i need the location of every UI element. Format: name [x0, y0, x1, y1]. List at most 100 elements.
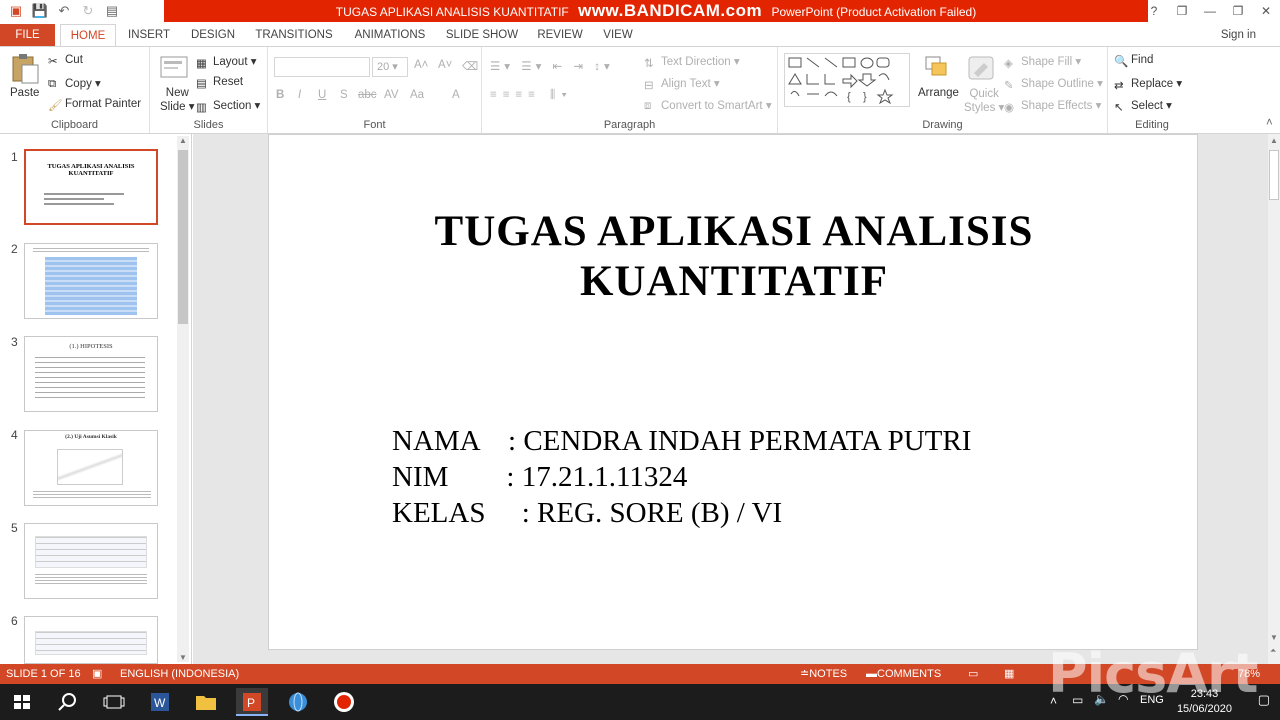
scroll-up-icon[interactable]: ▲ — [179, 136, 187, 145]
italic-button[interactable]: I — [298, 89, 301, 101]
shapes-gallery[interactable]: {} — [784, 53, 910, 107]
format-painter-button[interactable]: 🖌 Format Painter — [48, 98, 141, 112]
paste-button[interactable]: Paste — [10, 87, 39, 99]
tab-transitions[interactable]: TRANSITIONS — [252, 24, 336, 46]
minimize-icon[interactable]: — — [1196, 0, 1224, 22]
slide-thumbnail-4[interactable]: (2.) Uji Asumsi Klasik — [24, 430, 158, 506]
smartart-icon: ⧈ — [644, 99, 652, 112]
tab-file[interactable]: FILE — [0, 24, 55, 46]
reset-button[interactable]: ▤ Reset — [196, 76, 243, 90]
file-explorer-icon[interactable] — [190, 688, 222, 716]
redo-icon[interactable]: ↻ — [78, 2, 98, 20]
help-icon[interactable]: ? — [1140, 0, 1168, 22]
scroll-up-icon[interactable]: ▲ — [1270, 136, 1278, 145]
convert-smartart-button[interactable]: ⧈ Convert to SmartArt ▾ — [644, 98, 772, 112]
collapse-ribbon-icon[interactable]: ˄ — [1266, 117, 1273, 129]
slide-title[interactable]: TUGAS APLIKASI ANALISIS KUANTITATIF — [269, 207, 1199, 307]
section-button[interactable]: ▥ Section ▾ — [196, 98, 260, 114]
normal-view-icon[interactable]: ▭ — [968, 664, 978, 684]
shadow-button[interactable]: S — [340, 89, 348, 101]
tab-review[interactable]: REVIEW — [532, 24, 588, 46]
bold-button[interactable]: B — [276, 89, 284, 101]
font-name-combo[interactable] — [274, 57, 370, 77]
slide-thumbnail-6[interactable] — [24, 616, 158, 664]
student-class-line[interactable]: KELAS : REG. SORE (B) / VI — [392, 497, 782, 530]
browser-globe-icon[interactable] — [282, 688, 314, 716]
ribbon-display-options-icon[interactable]: ❐ — [1168, 0, 1196, 22]
thumb-chart — [57, 449, 123, 485]
find-button[interactable]: 🔍 Find — [1114, 54, 1153, 68]
cut-button[interactable]: ✂ Cut — [48, 54, 83, 68]
window-title: TUGAS APLIKASI ANALISIS KUANTITATIF www.… — [164, 0, 1148, 22]
app-powerpoint-icon[interactable]: ▣ — [6, 2, 26, 20]
undo-icon[interactable]: ↶ — [54, 2, 74, 20]
align-text-button[interactable]: ⊟ Align Text ▾ — [644, 76, 720, 92]
student-name-line[interactable]: NAMA : CENDRA INDAH PERMATA PUTRI — [392, 425, 971, 458]
tab-slide-show[interactable]: SLIDE SHOW — [444, 24, 520, 46]
shrink-font-icon[interactable]: A˅ — [438, 59, 452, 71]
bullets-icon[interactable]: ☰▾ ☰▾ ⇤ ⇥ ↕▾ — [490, 59, 614, 73]
strikethrough-button[interactable]: abc — [358, 89, 377, 101]
current-slide[interactable]: TUGAS APLIKASI ANALISIS KUANTITATIF NAMA… — [268, 134, 1198, 650]
select-button[interactable]: ↖ Select ▾ — [1114, 98, 1172, 114]
save-icon[interactable]: 💾 — [30, 2, 50, 20]
shape-outline-button[interactable]: ✎ Shape Outline ▾ — [1004, 76, 1103, 92]
drawing-group: {} Arrange Quick Styles ▾ ◈ Shape Fill ▾ ✎… — [778, 47, 1108, 133]
student-id-line[interactable]: NIM : 17.21.1.11324 — [392, 461, 687, 494]
slide-thumbnail-5[interactable] — [24, 523, 158, 599]
thumbnails-scrollbar[interactable]: ▲ ▼ — [177, 136, 189, 662]
word-app-icon[interactable]: W — [144, 688, 176, 716]
scrollbar-thumb[interactable] — [1269, 150, 1279, 200]
quick-styles-label-1: Quick — [969, 88, 999, 100]
arrange-button[interactable]: Arrange — [918, 87, 959, 99]
powerpoint-app-icon[interactable]: P — [236, 688, 268, 716]
new-slide-button[interactable]: New Slide ▾ — [160, 86, 195, 114]
shape-effects-button[interactable]: ◉ Shape Effects ▾ — [1004, 98, 1101, 114]
slide-thumbnail-3[interactable]: (1.) HIPOTESIS — [24, 336, 158, 412]
thumb-table — [35, 631, 147, 655]
slide-sorter-icon[interactable]: ▦ — [1004, 664, 1014, 684]
scrollbar-thumb[interactable] — [178, 150, 188, 324]
layout-button[interactable]: ▦ Layout ▾ — [196, 54, 257, 70]
tab-view[interactable]: VIEW — [598, 24, 638, 46]
comments-button[interactable]: ▬ COMMENTS — [866, 664, 941, 684]
restore-icon[interactable]: ❐ — [1224, 0, 1252, 22]
search-icon[interactable] — [52, 688, 84, 716]
windows-start-icon[interactable] — [6, 688, 38, 716]
tab-design[interactable]: DESIGN — [186, 24, 240, 46]
notification-icon[interactable]: ▢ — [1258, 692, 1270, 708]
tab-home[interactable]: HOME — [60, 24, 116, 46]
language-indicator[interactable]: ENGLISH (INDONESIA) — [120, 664, 239, 684]
grow-font-icon[interactable]: A˄ — [414, 59, 428, 71]
section-icon: ▥ — [196, 101, 207, 114]
underline-button[interactable]: U — [318, 89, 326, 101]
clear-formatting-icon[interactable]: ⌫ — [462, 59, 478, 73]
start-from-beginning-icon[interactable]: ▤ — [102, 2, 122, 20]
slide-thumbnail-2[interactable] — [24, 243, 158, 319]
character-spacing-button[interactable]: AV — [384, 89, 399, 101]
tab-insert[interactable]: INSERT — [124, 24, 174, 46]
font-size-combo[interactable]: 20 ▾ — [372, 57, 408, 77]
previous-slide-icon[interactable]: ⏶ — [1270, 646, 1276, 656]
sign-in-link[interactable]: Sign in — [1221, 24, 1256, 46]
alignment-icons[interactable]: ≡≡≡≡ ⫼▾ — [490, 89, 573, 102]
font-color-button[interactable]: A — [452, 89, 460, 101]
tab-animations[interactable]: ANIMATIONS — [348, 24, 432, 46]
replace-button[interactable]: ⇄ Replace ▾ — [1114, 76, 1182, 92]
bandicam-record-icon[interactable] — [328, 688, 360, 716]
shape-fill-button[interactable]: ◈ Shape Fill ▾ — [1004, 54, 1081, 70]
spelling-check-icon[interactable]: ▣ — [92, 664, 102, 684]
change-case-button[interactable]: Aa — [410, 89, 424, 101]
task-view-icon[interactable] — [98, 688, 130, 716]
copy-button[interactable]: ⧉ Copy ▾ — [48, 76, 101, 90]
svg-text:W: W — [154, 696, 166, 710]
scroll-down-icon[interactable]: ▼ — [1270, 633, 1278, 642]
quick-styles-button[interactable]: Quick Styles ▾ — [964, 87, 1004, 115]
quick-styles-label-2: Styles — [964, 102, 996, 114]
slide-thumbnail-1[interactable]: TUGAS APLIKASI ANALISIS KUANTITATIF — [24, 149, 158, 225]
notes-button[interactable]: ≐ NOTES — [800, 664, 847, 684]
close-icon[interactable]: ✕ — [1252, 0, 1280, 22]
text-direction-button[interactable]: ⇅ Text Direction ▾ — [644, 54, 740, 70]
scroll-down-icon[interactable]: ▼ — [179, 653, 187, 662]
slide-scrollbar[interactable]: ▲ ▼ ⏶ — [1268, 134, 1280, 664]
